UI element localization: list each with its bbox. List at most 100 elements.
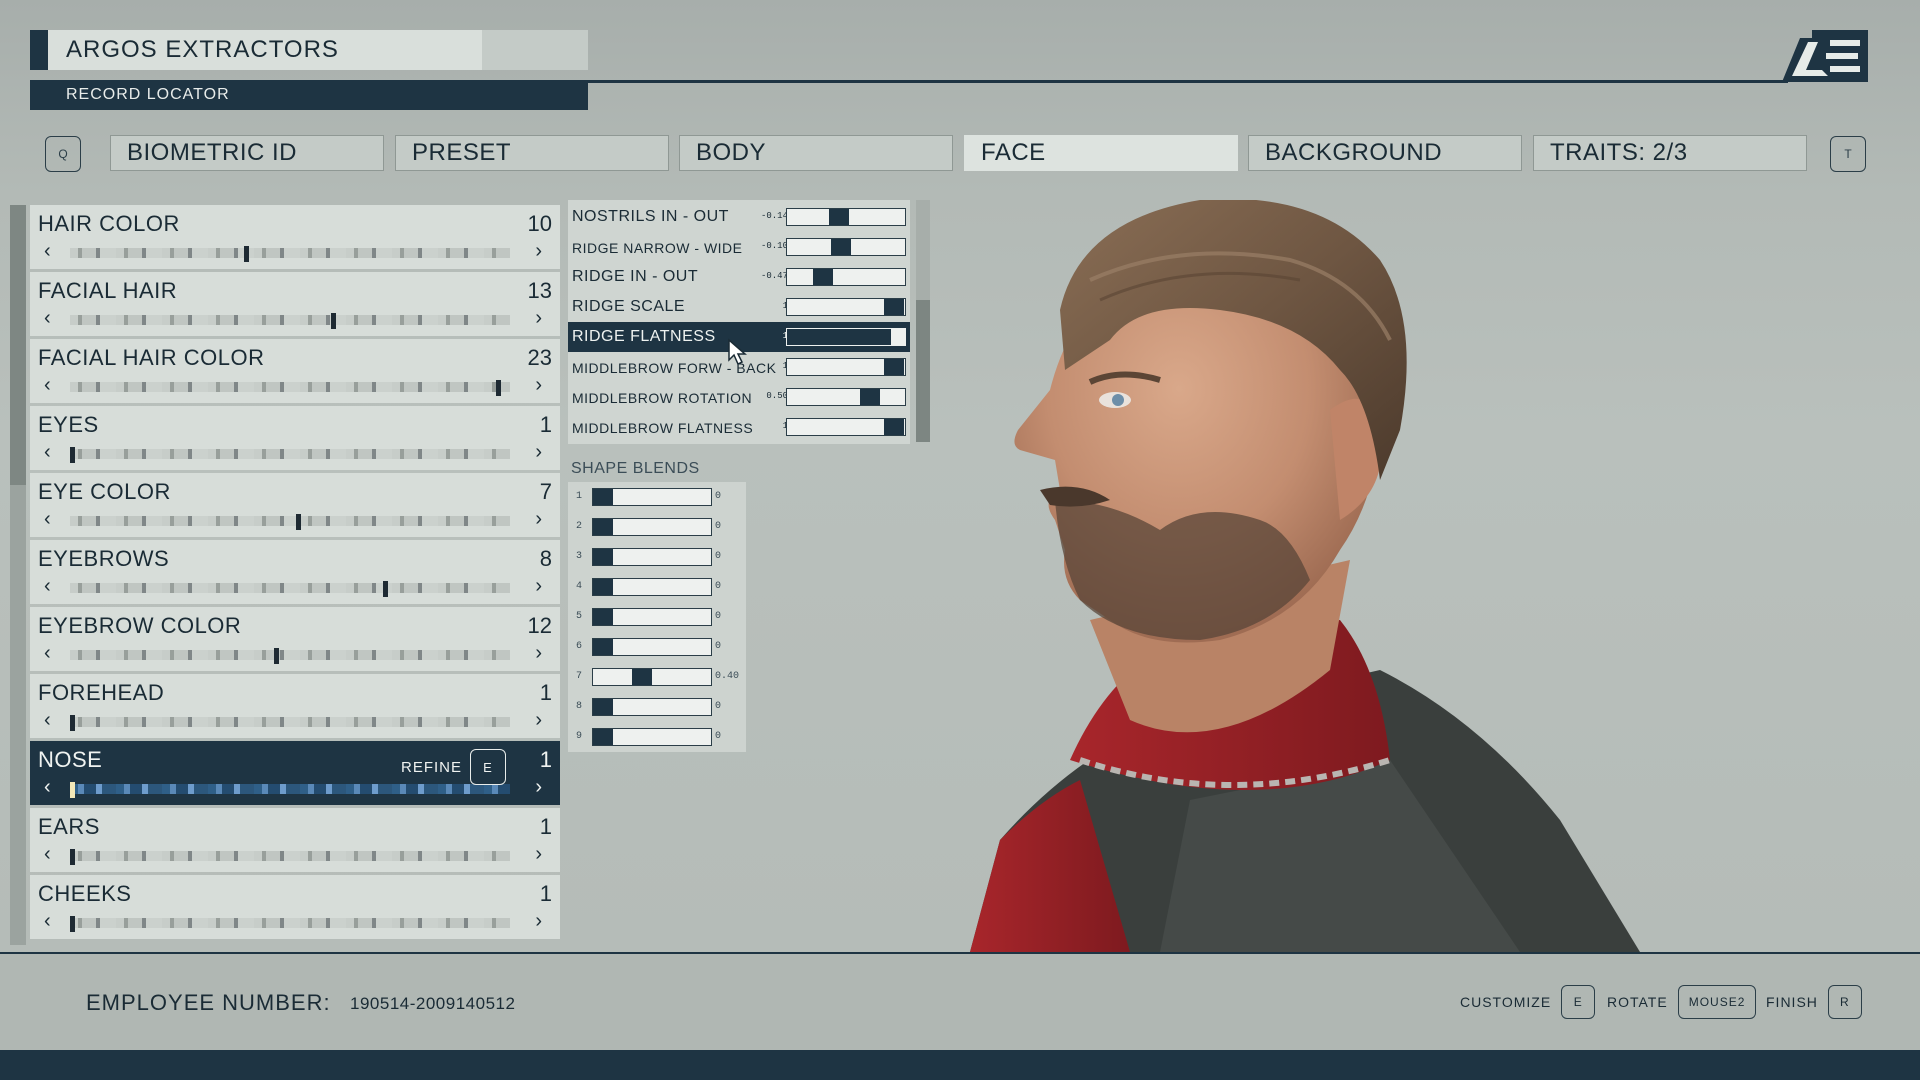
slider-thumb[interactable] [884,419,904,435]
slider-thumb[interactable] [830,239,851,255]
chevron-right-icon[interactable]: › [535,844,542,864]
tab-body[interactable]: BODY [679,135,953,171]
shape-blend-thumb[interactable] [593,579,613,595]
shape-blend-thumb[interactable] [593,519,613,535]
attribute-row-facial-hair-color[interactable]: FACIAL HAIR COLOR 23 ‹ › [30,339,560,403]
chevron-left-icon[interactable]: ‹ [44,844,51,864]
next-tab-key[interactable]: T [1830,136,1866,172]
chevron-right-icon[interactable]: › [535,509,542,529]
shape-blend-thumb[interactable] [593,699,613,715]
shape-blend-row[interactable]: 90 [568,722,746,752]
attribute-row-cheeks[interactable]: CHEEKS 1 ‹ › [30,875,560,939]
attribute-row-ears[interactable]: EARS 1 ‹ › [30,808,560,872]
attribute-swatch-marker[interactable] [70,849,75,865]
shape-blend-track[interactable] [592,728,712,746]
attribute-swatch-marker[interactable] [70,916,75,932]
attribute-scrollbar-thumb[interactable] [10,205,26,485]
slider-track[interactable] [786,298,906,316]
attribute-row-facial-hair[interactable]: FACIAL HAIR 13 ‹ › [30,272,560,336]
tab-face[interactable]: FACE [964,135,1238,171]
tab-biometric-id[interactable]: BIOMETRIC ID [110,135,384,171]
slider-track[interactable] [786,418,906,436]
slider-track[interactable] [786,328,906,346]
tab-preset[interactable]: PRESET [395,135,669,171]
shape-blend-track[interactable] [592,608,712,626]
chevron-right-icon[interactable]: › [535,643,542,663]
attribute-row-forehead[interactable]: FOREHEAD 1 ‹ › [30,674,560,738]
slider-track[interactable] [786,388,906,406]
attribute-swatch-marker[interactable] [244,246,249,262]
chevron-left-icon[interactable]: ‹ [44,710,51,730]
prev-tab-key[interactable]: Q [45,136,81,172]
attribute-swatch-marker[interactable] [70,447,75,463]
chevron-right-icon[interactable]: › [535,576,542,596]
slider-thumb[interactable] [884,359,904,375]
shape-blend-thumb[interactable] [593,549,613,565]
shape-blend-row[interactable]: 50 [568,602,746,632]
customize-key[interactable]: E [1561,985,1596,1019]
refine-key[interactable]: E [470,749,506,785]
attribute-swatch-strip[interactable] [70,650,510,660]
shape-blend-thumb[interactable] [631,669,652,685]
rotate-key[interactable]: MOUSE2 [1677,985,1757,1019]
chevron-left-icon[interactable]: ‹ [44,442,51,462]
shape-blend-track[interactable] [592,638,712,656]
shape-blend-row[interactable]: 20 [568,512,746,542]
tab-traits[interactable]: TRAITS: 2/3 [1533,135,1807,171]
shape-blend-thumb[interactable] [593,489,613,505]
attribute-swatch-strip[interactable] [70,918,510,928]
nose-slider-middlebrow-flatness[interactable]: MIDDLEBROW FLATNESS1 [568,412,910,442]
nose-slider-scrollbar-thumb[interactable] [916,300,930,442]
chevron-left-icon[interactable]: ‹ [44,911,51,931]
chevron-left-icon[interactable]: ‹ [44,777,51,797]
attribute-swatch-marker[interactable] [296,514,302,530]
chevron-left-icon[interactable]: ‹ [44,643,51,663]
chevron-right-icon[interactable]: › [535,442,542,462]
chevron-left-icon[interactable]: ‹ [44,375,51,395]
slider-thumb[interactable] [828,209,849,225]
finish-key[interactable]: R [1827,985,1862,1019]
slider-track[interactable] [786,208,906,226]
attribute-swatch-marker[interactable] [70,715,75,731]
nose-slider-nostrils-in-out[interactable]: NOSTRILS IN - OUT -0.14 [568,202,910,232]
shape-blend-row[interactable]: 10 [568,482,746,512]
attribute-swatch-marker[interactable] [331,313,336,329]
chevron-right-icon[interactable]: › [535,241,542,261]
attribute-swatch-strip[interactable] [70,851,510,861]
attribute-row-eyes[interactable]: EYES 1 ‹ › [30,406,560,470]
refine-control[interactable]: REFINE E [401,749,506,785]
shape-blend-row[interactable]: 60 [568,632,746,662]
slider-track[interactable] [786,358,906,376]
shape-blend-row[interactable]: 7 0.40 [568,662,746,692]
slider-track[interactable] [786,268,906,286]
attribute-row-hair-color[interactable]: HAIR COLOR 10 ‹ › [30,205,560,269]
attribute-swatch-strip[interactable] [70,315,510,325]
attribute-swatch-strip[interactable] [70,248,510,258]
customize-hint[interactable]: CUSTOMIZE E [1460,985,1596,1019]
shape-blend-thumb[interactable] [593,609,613,625]
shape-blend-row[interactable]: 40 [568,572,746,602]
shape-blend-row[interactable]: 80 [568,692,746,722]
nose-slider-middlebrow-rotation[interactable]: MIDDLEBROW ROTATION 0.50 [568,382,910,412]
slider-thumb[interactable] [884,299,904,315]
chevron-right-icon[interactable]: › [535,710,542,730]
attribute-swatch-strip[interactable] [70,516,510,526]
attribute-swatch-strip[interactable] [70,382,510,392]
shape-blend-track[interactable] [592,668,712,686]
shape-blend-track[interactable] [592,698,712,716]
attribute-swatch-marker[interactable] [70,782,75,798]
shape-blend-thumb[interactable] [593,639,613,655]
attribute-swatch-marker[interactable] [274,648,280,664]
attribute-swatch-strip[interactable] [70,784,510,794]
attribute-row-nose[interactable]: NOSE 1 ‹ › REFINE E [30,741,560,805]
shape-blend-track[interactable] [592,578,712,596]
character-portrait[interactable] [960,200,1720,952]
chevron-right-icon[interactable]: › [535,308,542,328]
slider-thumb[interactable] [813,269,834,285]
chevron-left-icon[interactable]: ‹ [44,509,51,529]
chevron-left-icon[interactable]: ‹ [44,308,51,328]
shape-blend-row[interactable]: 30 [568,542,746,572]
attribute-row-eyebrows[interactable]: EYEBROWS 8 ‹ › [30,540,560,604]
chevron-left-icon[interactable]: ‹ [44,576,51,596]
chevron-right-icon[interactable]: › [535,777,542,797]
